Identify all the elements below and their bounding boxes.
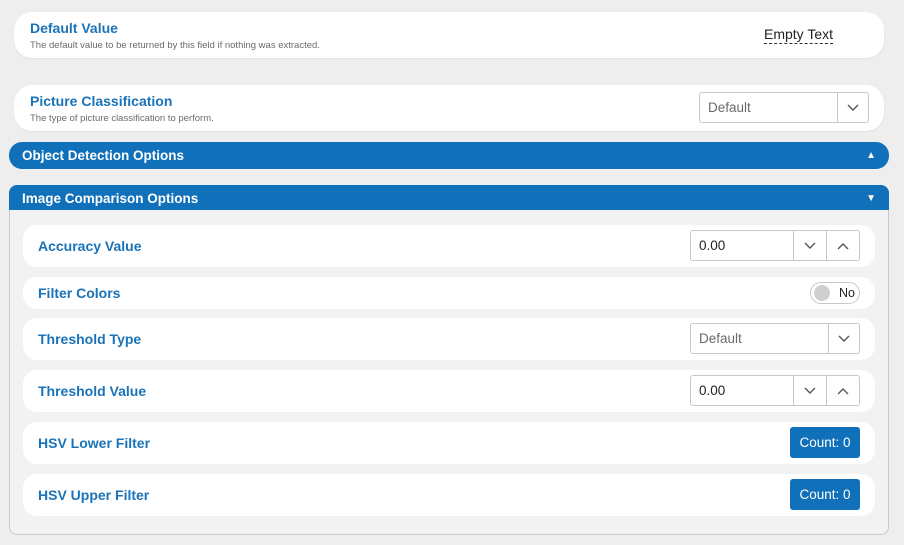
accuracy-value-stepper[interactable]: 0.00: [690, 230, 860, 261]
threshold-value-input[interactable]: 0.00: [691, 376, 793, 405]
chevron-down-icon[interactable]: [793, 376, 826, 405]
object-detection-header[interactable]: Object Detection Options ▲: [9, 142, 889, 169]
filter-colors-row: Filter Colors No: [23, 277, 875, 309]
triangle-up-icon: ▲: [866, 150, 876, 161]
triangle-down-icon: ▼: [866, 193, 876, 204]
threshold-type-label: Threshold Type: [38, 331, 142, 347]
hsv-upper-filter-label: HSV Upper Filter: [38, 487, 150, 503]
hsv-upper-filter-row: HSV Upper Filter Count: 0: [23, 474, 875, 516]
accuracy-value-label: Accuracy Value: [38, 238, 142, 254]
threshold-value-stepper[interactable]: 0.00: [690, 375, 860, 406]
chevron-down-icon[interactable]: [837, 93, 868, 122]
default-value-title: Default Value: [30, 20, 118, 36]
threshold-value-label: Threshold Value: [38, 383, 147, 399]
image-comparison-header[interactable]: Image Comparison Options ▼: [9, 185, 889, 212]
hsv-lower-filter-label: HSV Lower Filter: [38, 435, 151, 451]
chevron-up-icon[interactable]: [826, 376, 859, 405]
filter-colors-state: No: [839, 286, 855, 300]
default-value-card: Default Value The default value to be re…: [14, 12, 884, 58]
threshold-type-row: Threshold Type Default: [23, 318, 875, 360]
object-detection-title: Object Detection Options: [22, 148, 185, 163]
default-value-editable[interactable]: Empty Text: [764, 26, 833, 44]
picture-classification-select[interactable]: Default: [699, 92, 869, 123]
threshold-type-select[interactable]: Default: [690, 323, 860, 354]
picture-classification-card: Picture Classification The type of pictu…: [14, 85, 884, 131]
threshold-type-value: Default: [699, 331, 742, 346]
accuracy-value-row: Accuracy Value 0.00: [23, 225, 875, 267]
default-value-description: The default value to be returned by this…: [30, 40, 320, 51]
chevron-down-icon[interactable]: [828, 324, 859, 353]
threshold-value-row: Threshold Value 0.00: [23, 370, 875, 412]
hsv-upper-count-button[interactable]: Count: 0: [790, 479, 860, 510]
hsv-lower-count-button[interactable]: Count: 0: [790, 427, 860, 458]
chevron-up-icon[interactable]: [826, 231, 859, 260]
filter-colors-label: Filter Colors: [38, 285, 121, 301]
accuracy-value-input[interactable]: 0.00: [691, 231, 793, 260]
hsv-lower-filter-row: HSV Lower Filter Count: 0: [23, 422, 875, 464]
filter-colors-toggle[interactable]: No: [810, 282, 860, 304]
picture-classification-value: Default: [708, 100, 751, 115]
image-comparison-title: Image Comparison Options: [22, 191, 199, 206]
toggle-knob: [814, 285, 830, 301]
chevron-down-icon[interactable]: [793, 231, 826, 260]
